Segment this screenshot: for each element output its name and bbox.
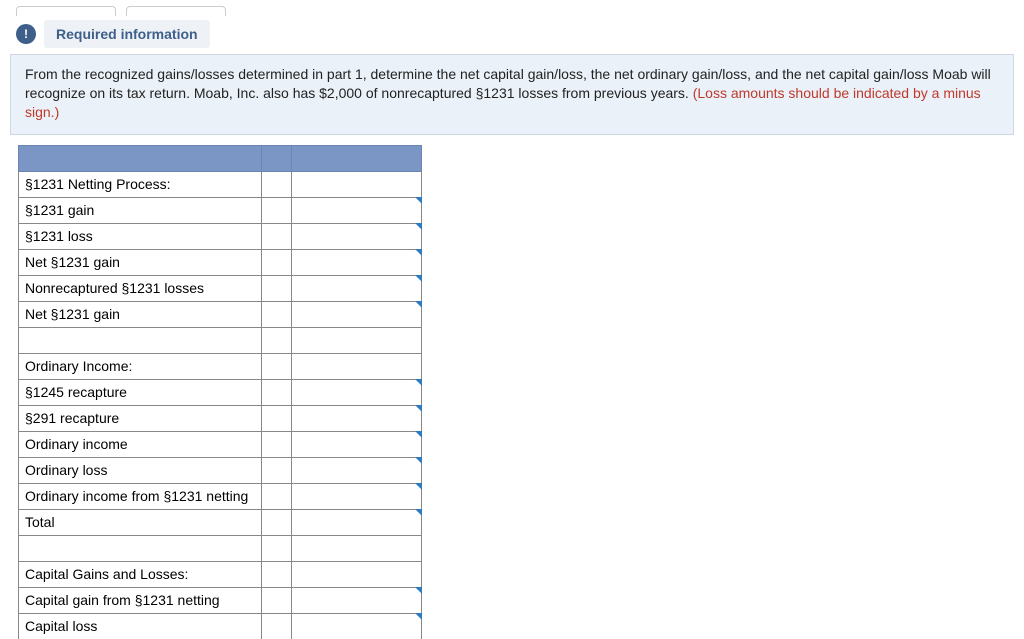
row-label: §1245 recapture bbox=[19, 379, 262, 405]
value-cell bbox=[292, 171, 422, 197]
spacer-cell bbox=[262, 301, 292, 327]
value-input-cell[interactable] bbox=[292, 457, 422, 483]
value-input-cell[interactable] bbox=[292, 249, 422, 275]
spacer-cell bbox=[262, 405, 292, 431]
row-label: Total bbox=[19, 509, 262, 535]
value-input-cell[interactable] bbox=[292, 379, 422, 405]
empty-cell bbox=[19, 327, 262, 353]
value-input-cell[interactable] bbox=[292, 509, 422, 535]
tab-stub[interactable] bbox=[126, 6, 226, 16]
spacer-cell bbox=[262, 587, 292, 613]
row-label: Capital gain from §1231 netting bbox=[19, 587, 262, 613]
tab-stubs bbox=[16, 6, 1014, 16]
spacer-cell bbox=[262, 457, 292, 483]
row-label: Ordinary income bbox=[19, 431, 262, 457]
value-cell bbox=[292, 353, 422, 379]
tab-stub[interactable] bbox=[16, 6, 116, 16]
value-input-cell[interactable] bbox=[292, 431, 422, 457]
spacer-cell bbox=[262, 613, 292, 639]
row-label: Capital Gains and Losses: bbox=[19, 561, 262, 587]
value-input-cell[interactable] bbox=[292, 613, 422, 639]
row-label: Net §1231 gain bbox=[19, 249, 262, 275]
spacer-cell bbox=[262, 353, 292, 379]
value-input-cell[interactable] bbox=[292, 483, 422, 509]
spacer-cell bbox=[262, 431, 292, 457]
column-header bbox=[19, 145, 262, 171]
spacer-cell bbox=[262, 197, 292, 223]
row-label: §1231 gain bbox=[19, 197, 262, 223]
spacer-cell bbox=[262, 509, 292, 535]
value-input-cell[interactable] bbox=[292, 223, 422, 249]
value-input-cell[interactable] bbox=[292, 301, 422, 327]
empty-cell bbox=[262, 327, 292, 353]
value-input-cell[interactable] bbox=[292, 587, 422, 613]
spacer-cell bbox=[262, 275, 292, 301]
row-label: Net §1231 gain bbox=[19, 301, 262, 327]
row-label: Capital loss bbox=[19, 613, 262, 639]
value-input-cell[interactable] bbox=[292, 197, 422, 223]
column-header bbox=[262, 145, 292, 171]
spacer-cell bbox=[262, 249, 292, 275]
value-input-cell[interactable] bbox=[292, 405, 422, 431]
required-information-button[interactable]: Required information bbox=[44, 20, 210, 48]
value-input-cell[interactable] bbox=[292, 275, 422, 301]
row-label: Ordinary Income: bbox=[19, 353, 262, 379]
instruction-panel: From the recognized gains/losses determi… bbox=[10, 54, 1014, 135]
spacer-cell bbox=[262, 379, 292, 405]
empty-cell bbox=[19, 535, 262, 561]
row-label: §1231 loss bbox=[19, 223, 262, 249]
spacer-cell bbox=[262, 223, 292, 249]
empty-cell bbox=[262, 535, 292, 561]
spacer-cell bbox=[262, 483, 292, 509]
column-header bbox=[292, 145, 422, 171]
row-label: Ordinary loss bbox=[19, 457, 262, 483]
empty-cell bbox=[292, 535, 422, 561]
worksheet-table: §1231 Netting Process:§1231 gain§1231 lo… bbox=[18, 145, 422, 639]
empty-cell bbox=[292, 327, 422, 353]
spacer-cell bbox=[262, 171, 292, 197]
row-label: Nonrecaptured §1231 losses bbox=[19, 275, 262, 301]
value-cell bbox=[292, 561, 422, 587]
worksheet: §1231 Netting Process:§1231 gain§1231 lo… bbox=[18, 145, 1024, 639]
row-label: §1231 Netting Process: bbox=[19, 171, 262, 197]
top-area: ! Required information bbox=[0, 0, 1024, 48]
row-label: §291 recapture bbox=[19, 405, 262, 431]
spacer-cell bbox=[262, 561, 292, 587]
info-icon: ! bbox=[16, 24, 36, 44]
required-info-row: ! Required information bbox=[16, 20, 1014, 48]
row-label: Ordinary income from §1231 netting bbox=[19, 483, 262, 509]
